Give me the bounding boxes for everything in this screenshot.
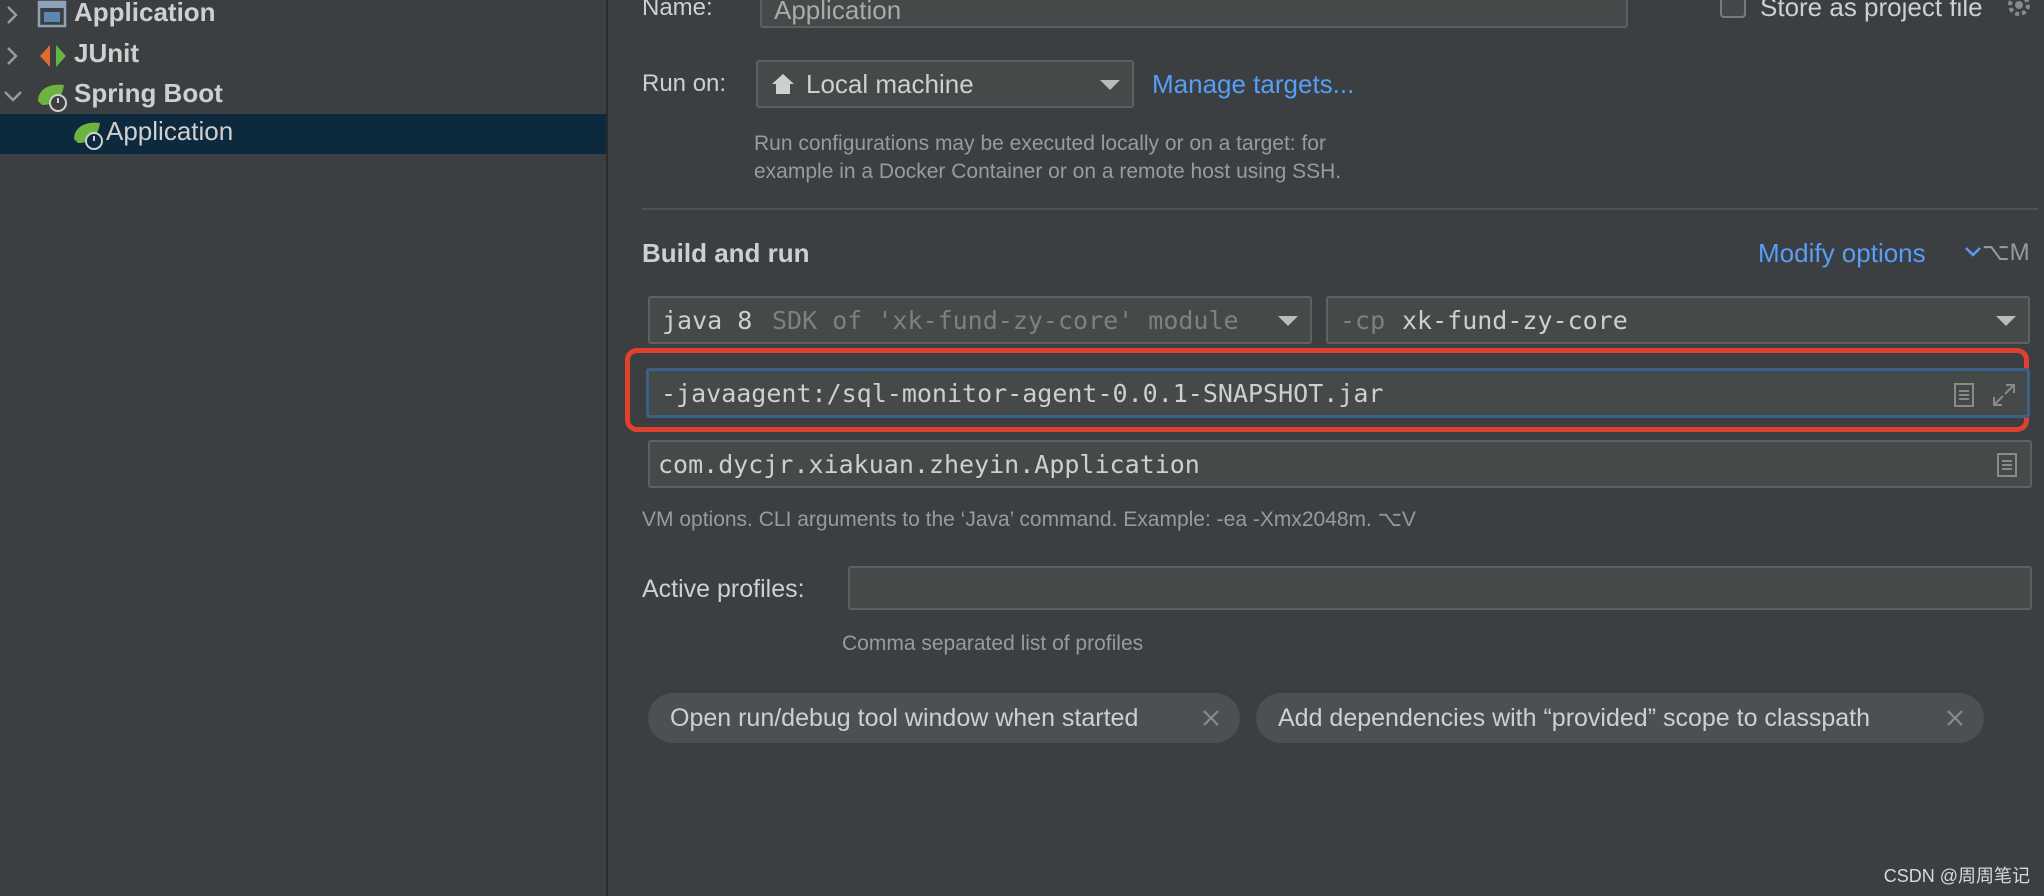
dropdown-arrow-icon — [1100, 80, 1120, 90]
tree-item-application[interactable]: Application — [0, 0, 606, 35]
run-on-hint-line2: example in a Docker Container or on a re… — [754, 160, 1342, 183]
vm-options-hint: VM options. CLI arguments to the ‘Java’ … — [642, 508, 1416, 531]
active-profiles-field[interactable] — [848, 566, 2032, 610]
build-and-run-heading: Build and run — [642, 238, 810, 268]
tree-item-spring-boot-application[interactable]: Application — [0, 114, 606, 154]
run-config-tree: Application JUnit Spring Boot Applicatio… — [0, 0, 608, 896]
manage-targets-link[interactable]: Manage targets... — [1152, 69, 1354, 99]
home-icon — [772, 74, 794, 94]
close-icon[interactable] — [1200, 707, 1222, 729]
name-field[interactable]: Application — [760, 0, 1628, 28]
modify-options-label: Modify options — [1758, 238, 1926, 268]
chevron-down-icon[interactable] — [2, 82, 22, 110]
jdk-select[interactable]: java 8 SDK of 'xk-fund-zy-core' module — [648, 296, 1312, 344]
spring-boot-app-icon — [74, 122, 103, 150]
modify-options-button[interactable]: Modify options — [1758, 237, 1926, 269]
dropdown-arrow-icon — [1996, 316, 2016, 326]
chevron-down-icon — [1965, 247, 1981, 257]
active-profiles-hint: Comma separated list of profiles — [842, 632, 1144, 655]
chip-label: Open run/debug tool window when started — [670, 704, 1139, 732]
jdk-detail: SDK of 'xk-fund-zy-core' module — [772, 306, 1239, 335]
vm-options-value: -javaagent:/sql-monitor-agent-0.0.1-SNAP… — [661, 379, 1384, 408]
document-icon[interactable] — [1996, 452, 2018, 478]
close-icon[interactable] — [1944, 707, 1966, 729]
tree-item-label: Application — [106, 116, 234, 146]
run-on-hint-line1: Run configurations may be executed local… — [754, 132, 1326, 155]
chevron-right-icon[interactable] — [2, 1, 22, 29]
name-field-value: Application — [774, 0, 902, 25]
section-divider — [642, 208, 2038, 210]
chevron-right-icon[interactable] — [2, 42, 22, 70]
tree-item-spring-boot[interactable]: Spring Boot — [0, 76, 606, 116]
run-on-value: Local machine — [806, 69, 974, 99]
run-on-select[interactable]: Local machine — [756, 60, 1134, 108]
dropdown-arrow-icon — [1278, 316, 1298, 326]
watermark: CSDN @周周笔记 — [1883, 866, 2030, 886]
expand-icon[interactable] — [1991, 382, 2017, 408]
cp-module: xk-fund-zy-core — [1402, 306, 1628, 335]
chip-label: Add dependencies with “provided” scope t… — [1278, 704, 1871, 732]
tree-item-label: Application — [74, 0, 216, 27]
junit-icon — [40, 45, 66, 67]
chip-open-run-debug-window[interactable]: Open run/debug tool window when started — [648, 693, 1240, 743]
main-class-value: com.dycjr.xiakuan.zheyin.Application — [658, 450, 1200, 479]
active-profiles-label: Active profiles: — [642, 575, 805, 603]
tree-item-junit[interactable]: JUnit — [0, 36, 606, 76]
gear-icon[interactable] — [2004, 0, 2034, 20]
classpath-module-select[interactable]: -cp xk-fund-zy-core — [1326, 296, 2030, 344]
store-as-project-file-checkbox[interactable] — [1720, 0, 1746, 18]
spring-boot-icon — [38, 84, 67, 112]
main-class-field[interactable]: com.dycjr.xiakuan.zheyin.Application — [648, 440, 2032, 488]
modify-options-shortcut: ⌥M — [1982, 239, 2030, 266]
cp-prefix: -cp — [1340, 306, 1386, 335]
document-icon[interactable] — [1953, 382, 1975, 408]
tree-item-label: JUnit — [74, 38, 139, 68]
chip-add-provided-dependencies[interactable]: Add dependencies with “provided” scope t… — [1256, 693, 1984, 743]
vm-options-field[interactable]: -javaagent:/sql-monitor-agent-0.0.1-SNAP… — [646, 368, 2030, 418]
run-on-label: Run on: — [642, 70, 727, 97]
application-config-icon — [37, 0, 67, 28]
jdk-main: java 8 — [662, 306, 753, 335]
name-label: Name: — [642, 0, 713, 21]
store-as-project-file-label: Store as project file — [1760, 0, 1983, 22]
tree-item-label: Spring Boot — [74, 78, 223, 108]
